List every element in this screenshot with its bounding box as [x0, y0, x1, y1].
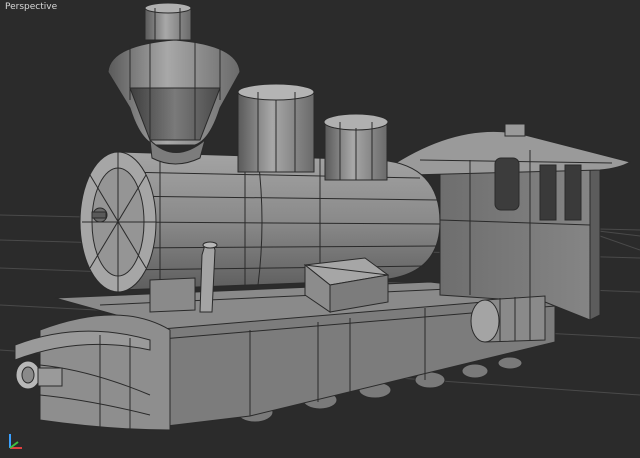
- sand-dome: [323, 113, 389, 181]
- steam-dome: [237, 83, 315, 173]
- cab-window: [494, 157, 520, 211]
- axis-gizmo-icon: [9, 434, 22, 449]
- locomotive-model[interactable]: [14, 2, 632, 431]
- scene-canvas[interactable]: [0, 0, 640, 458]
- rear-cylinder: [470, 295, 546, 343]
- small-box: [149, 277, 196, 313]
- smokestack: [107, 2, 241, 165]
- perspective-viewport[interactable]: Perspective: [0, 0, 640, 458]
- crate: [303, 257, 390, 313]
